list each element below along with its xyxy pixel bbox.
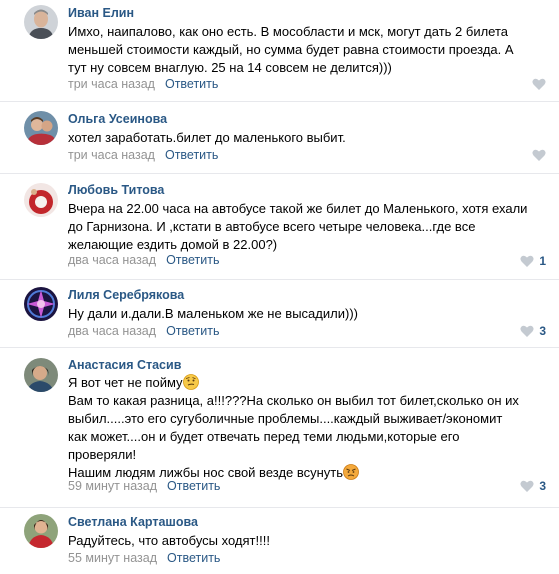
heart-icon [520,325,534,337]
reply-button[interactable]: Ответить [167,551,220,565]
comment-meta: два часа назад Ответить [68,324,220,338]
comment-author[interactable]: Светлана Карташова [68,515,198,529]
comment-item: Иван Елин Имхо, наипалово, как оно есть.… [0,0,559,102]
like-button[interactable]: 3 [520,479,546,493]
comment-author[interactable]: Иван Елин [68,6,134,20]
comment-item: Ольга Усеинова хотел заработать.билет до… [0,102,559,174]
like-count: 3 [539,324,546,338]
like-count: 1 [539,254,546,268]
comment-item: Любовь Титова Вчера на 22.00 часа на авт… [0,174,559,280]
heart-icon [520,480,534,492]
thinking-face-icon [182,374,199,390]
comment-time[interactable]: 55 минут назад [68,551,157,565]
comment-text: хотел заработать.билет до маленького выб… [68,130,346,145]
reply-button[interactable]: Ответить [167,479,220,493]
comment-item: Светлана Карташова Радуйтесь, что автобу… [0,508,559,574]
avatar[interactable] [24,111,58,145]
heart-icon [520,255,534,267]
comment-author[interactable]: Любовь Титова [68,183,164,197]
comment-author[interactable]: Лиля Серебрякова [68,288,184,302]
comment-meta: три часа назад Ответить [68,77,218,91]
comment-time[interactable]: два часа назад [68,324,156,338]
avatar[interactable] [24,5,58,39]
comment-meta: 55 минут назад Ответить [68,551,220,565]
reply-button[interactable]: Ответить [165,148,218,162]
comment-time[interactable]: три часа назад [68,77,155,91]
comment-text: Радуйтесь, что автобусы ходят!!!! [68,533,270,548]
angry-face-icon [343,464,359,480]
like-button[interactable] [532,149,546,161]
like-button[interactable] [532,78,546,90]
reply-button[interactable]: Ответить [166,324,219,338]
comment-meta: два часа назад Ответить [68,253,220,267]
comment-author[interactable]: Анастасия Стасив [68,358,181,372]
avatar[interactable] [24,358,58,392]
comment-author[interactable]: Ольга Усеинова [68,112,167,126]
comment-text: Имхо, наипалово, как оно есть. В мособла… [68,24,514,75]
avatar[interactable] [24,514,58,548]
comment-time[interactable]: три часа назад [68,148,155,162]
comment-text: Ну дали и.дали.В маленьком же не высадил… [68,306,358,321]
like-count: 3 [539,479,546,493]
comment-meta: 59 минут назад Ответить [68,479,220,493]
comment-time[interactable]: 59 минут назад [68,479,157,493]
avatar[interactable] [24,183,58,217]
comment-meta: три часа назад Ответить [68,148,218,162]
heart-icon [532,78,546,90]
comment-time[interactable]: два часа назад [68,253,156,267]
like-button[interactable]: 1 [520,254,546,268]
comment-item: Лиля Серебрякова Ну дали и.дали.В малень… [0,280,559,348]
comment-text: Вчера на 22.00 часа на автобусе такой же… [68,201,528,252]
reply-button[interactable]: Ответить [165,77,218,91]
like-button[interactable]: 3 [520,324,546,338]
avatar[interactable] [24,287,58,321]
comment-item: Анастасия Стасив Я вот чет не пойму Вам … [0,348,559,508]
reply-button[interactable]: Ответить [166,253,219,267]
comment-text: Я вот чет не пойму Вам то какая разница,… [68,374,519,480]
heart-icon [532,149,546,161]
